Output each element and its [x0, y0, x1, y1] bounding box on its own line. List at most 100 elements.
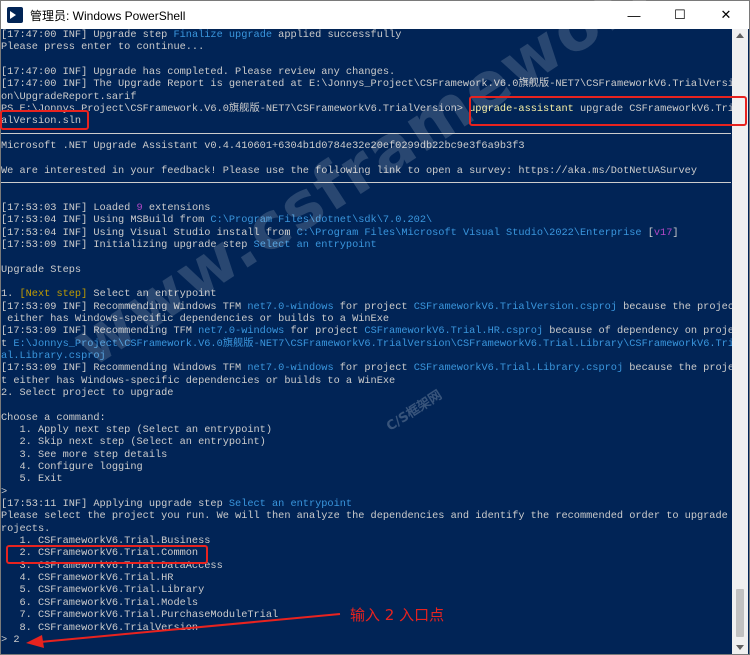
highlight-sln-box — [0, 110, 89, 130]
console-text: Please press enter to continue... — [1, 41, 205, 54]
minimize-button[interactable]: — — [611, 1, 657, 29]
console-line: [17:47:00 INF] Upgrade has completed. Pl… — [1, 66, 734, 78]
console-line: Please press enter to continue... — [1, 41, 734, 53]
console-text: [17:53:03 INF] Loaded — [1, 201, 137, 214]
console-text: Select an entrypoint — [87, 288, 217, 301]
console-text: Finalize upgrade — [173, 29, 273, 41]
maximize-button[interactable]: ☐ — [657, 1, 703, 29]
console-separator — [1, 132, 731, 134]
console-line: t either has Windows-specific dependenci… — [1, 375, 734, 387]
console-text: Choose a command: — [1, 411, 106, 424]
console-text: extensions — [142, 201, 211, 214]
console-text: 5. Exit — [1, 473, 63, 486]
console-text: [17:53:09 INF] Recommending Windows TFM — [1, 300, 248, 313]
console-text: CSFrameworkV6.Trial.Library.csproj — [413, 362, 624, 375]
console-text: 4. Configure logging — [1, 461, 143, 474]
console-line: [17:53:09 INF] Initializing upgrade step… — [1, 239, 734, 251]
console-line: Please select the project you run. We wi… — [1, 510, 734, 522]
console-text: for project — [284, 325, 365, 338]
console-line: 2. Skip next step (Select an entrypoint) — [1, 436, 734, 448]
console-text: net7.0-windows — [198, 325, 285, 338]
console-text: 6. CSFrameworkV6.Trial.Models — [1, 596, 199, 609]
console-line: rojects. — [1, 523, 734, 535]
console-text: > 2 — [1, 633, 20, 646]
console-text: 5. CSFrameworkV6.Trial.Library — [1, 584, 205, 597]
console-text: [17:53:04 INF] Using Visual Studio insta… — [1, 226, 297, 239]
console-text: t — [1, 337, 14, 350]
console-line: [17:53:11 INF] Applying upgrade step Sel… — [1, 498, 734, 510]
powershell-icon — [7, 7, 23, 23]
console-line: [17:53:04 INF] Using Visual Studio insta… — [1, 227, 734, 239]
console-text: either has Windows-specific dependencies… — [1, 312, 390, 325]
console-line: either has Windows-specific dependencies… — [1, 313, 734, 325]
scroll-down-arrow-icon[interactable] — [736, 645, 744, 650]
console-separator — [1, 181, 731, 183]
console-text: [17:53:04 INF] Using MSBuild from — [1, 214, 211, 227]
console-line: 1. Apply next step (Select an entrypoint… — [1, 424, 734, 436]
console-text: al.Library.csproj — [1, 349, 106, 362]
console-text: [17:53:09 INF] Recommending Windows TFM — [1, 362, 248, 375]
console-text: C:\Program Files\dotnet\sdk\7.0.202\ — [210, 214, 433, 227]
console-line: t E:\Jonnys_Project\CSFramework.V6.0旗舰版-… — [1, 338, 734, 350]
console-text: We are interested in your feedback! Plea… — [1, 164, 697, 177]
console-line: 4. CSFrameworkV6.Trial.HR — [1, 572, 734, 584]
console-line: 5. Exit — [1, 473, 734, 485]
console-line: Choose a command: — [1, 412, 734, 424]
console-line: Upgrade Steps — [1, 264, 734, 276]
console-line: We are interested in your feedback! Plea… — [1, 165, 734, 177]
console-text: on\UpgradeReport.sarif — [1, 90, 137, 103]
console-text: C:\Program Files\Microsoft Visual Studio… — [296, 226, 642, 239]
console-text: [17:47:00 INF] Upgrade step — [1, 29, 174, 41]
console-line: > — [1, 486, 734, 498]
console-text: 2. Select project to upgrade — [1, 386, 174, 399]
console-text: [17:53:09 INF] Recommending TFM — [1, 325, 199, 338]
console-line: 5. CSFrameworkV6.Trial.Library — [1, 584, 734, 596]
console-text: > — [1, 485, 8, 498]
console-text: 1. — [1, 288, 20, 301]
window-controls: — ☐ ✕ — [611, 1, 749, 29]
console-text: 7. CSFrameworkV6.Trial.PurchaseModuleTri… — [1, 609, 279, 622]
console-text: Select an entrypoint — [228, 498, 353, 511]
console-text: 2. Skip next step (Select an entrypoint) — [1, 436, 266, 449]
console-line: [17:53:09 INF] Recommending Windows TFM … — [1, 362, 734, 374]
scroll-up-arrow-icon[interactable] — [736, 33, 744, 38]
console-line — [1, 128, 734, 140]
console-line: al.Library.csproj — [1, 350, 734, 362]
console-line: [17:53:09 INF] Recommending Windows TFM … — [1, 301, 734, 313]
console-line: > 2 — [1, 634, 734, 646]
console-text: net7.0-windows — [247, 362, 334, 375]
window-title: 管理员: Windows PowerShell — [30, 8, 186, 23]
console-text: rojects. — [1, 522, 51, 535]
console-text: for project — [333, 362, 414, 375]
console-text: t either has Windows-specific dependenci… — [1, 374, 396, 387]
console-text: net7.0-windows — [247, 300, 334, 313]
console-line: [17:47:00 INF] The Upgrade Report is gen… — [1, 78, 734, 90]
console-text: 1. Apply next step (Select an entrypoint… — [1, 424, 273, 436]
close-button[interactable]: ✕ — [703, 1, 749, 29]
console-text: Upgrade Steps — [1, 263, 82, 276]
highlight-common-box — [6, 545, 208, 564]
console-line: [17:53:09 INF] Recommending TFM net7.0-w… — [1, 325, 734, 337]
title-bar[interactable]: 管理员: Windows PowerShell — ☐ ✕ — [1, 1, 749, 29]
console-text: Please select the project you run. We wi… — [1, 510, 734, 523]
console-text: [17:47:00 INF] The Upgrade Report is gen… — [1, 78, 734, 91]
console-text: Microsoft .NET Upgrade Assistant v0.4.41… — [1, 140, 525, 153]
console-text: E:\Jonnys_Project\CSFramework.V6.0旗舰版-NE… — [13, 337, 734, 350]
console-line: [17:47:00 INF] Upgrade step Finalize upg… — [1, 29, 734, 41]
console-line: [17:53:03 INF] Loaded 9 extensions — [1, 202, 734, 214]
console-text: applied successfully — [272, 29, 402, 41]
console-text: 8. CSFrameworkV6.TrialVersion — [1, 621, 199, 634]
console-line: 2. Select project to upgrade — [1, 387, 734, 399]
console-text: [ — [641, 226, 654, 239]
console-line: 4. Configure logging — [1, 461, 734, 473]
highlight-command-box — [469, 96, 747, 126]
console-line: 1. [Next step] Select an entrypoint — [1, 288, 734, 300]
console-text: [Next step] — [19, 288, 88, 301]
scroll-thumb[interactable] — [736, 589, 744, 637]
